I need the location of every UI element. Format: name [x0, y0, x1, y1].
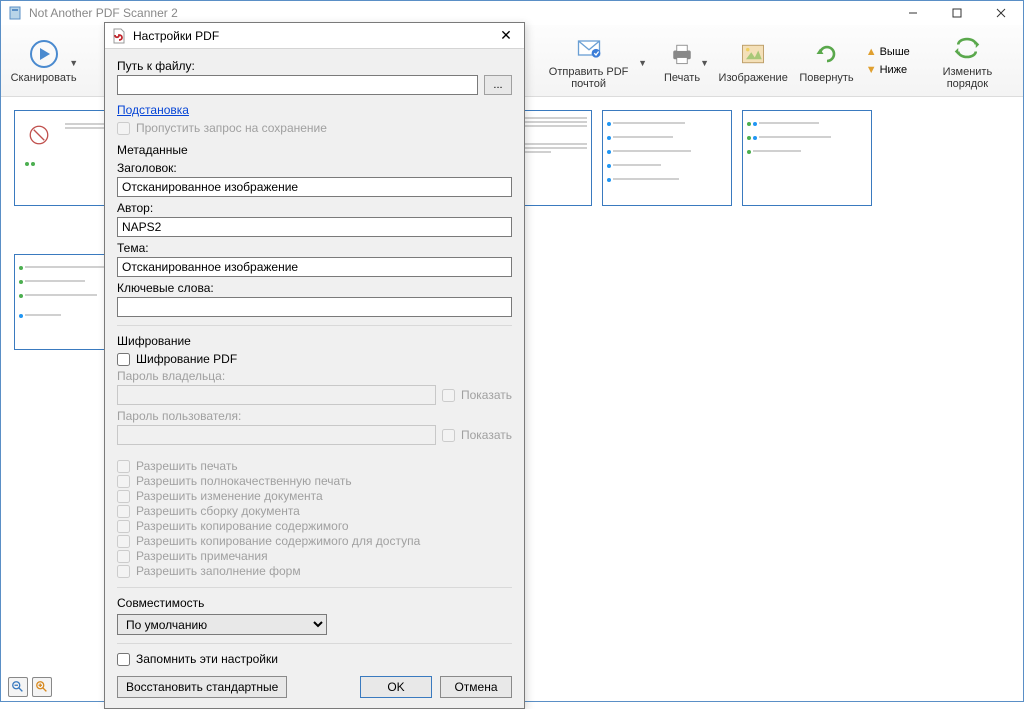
perm-assemble-checkbox [117, 505, 130, 518]
author-label: Автор: [117, 201, 512, 215]
compat-select[interactable]: По умолчанию [117, 614, 327, 635]
user-show-checkbox [442, 429, 455, 442]
chevron-down-icon: ▼ [69, 58, 78, 68]
app-icon [7, 5, 23, 21]
window-title: Not Another PDF Scanner 2 [29, 6, 891, 20]
skip-save-checkbox [117, 122, 130, 135]
cancel-button[interactable]: Отмена [440, 676, 512, 698]
play-icon [28, 38, 60, 70]
perm-print-checkbox [117, 460, 130, 473]
move-group: ▲ Выше ▼ Ниже [862, 44, 914, 78]
subject-input[interactable] [117, 257, 512, 277]
restore-button[interactable]: Восстановить стандартные [117, 676, 287, 698]
user-pwd-input [117, 425, 436, 445]
minimize-button[interactable] [891, 1, 935, 25]
keywords-label: Ключевые слова: [117, 281, 512, 295]
dialog-body: Путь к файлу: ... Подстановка Пропустить… [105, 49, 524, 708]
owner-pwd-label: Пароль владельца: [117, 369, 512, 383]
pdf-settings-dialog: Настройки PDF ✕ Путь к файлу: ... Подста… [104, 22, 525, 709]
perm-modify-checkbox [117, 490, 130, 503]
move-down-button[interactable]: ▼ Ниже [862, 62, 914, 78]
owner-show-checkbox [442, 389, 455, 402]
chevron-down-icon: ▼ [638, 58, 647, 68]
path-label: Путь к файлу: [117, 59, 512, 73]
zoom-out-button[interactable] [8, 677, 28, 697]
reorder-icon [951, 32, 983, 64]
skip-save-label: Пропустить запрос на сохранение [136, 121, 327, 135]
window-controls [891, 1, 1023, 25]
remember-label: Запомнить эти настройки [136, 652, 278, 666]
arrow-up-icon: ▲ [866, 46, 877, 58]
dialog-title: Настройки PDF [133, 29, 494, 43]
send-pdf-button[interactable]: Отправить PDF почтой ▼ [528, 28, 649, 94]
reorder-button[interactable]: Изменить порядок [918, 28, 1017, 94]
chevron-down-icon: ▼ [700, 58, 709, 68]
perm-copy-checkbox [117, 520, 130, 533]
author-input[interactable] [117, 217, 512, 237]
owner-show-label: Показать [461, 388, 512, 402]
thumbnail[interactable] [742, 110, 872, 206]
permissions-list: Разрешить печать Разрешить полнокачестве… [117, 459, 512, 579]
encrypt-pdf-checkbox[interactable] [117, 353, 130, 366]
close-button[interactable] [979, 1, 1023, 25]
keywords-input[interactable] [117, 297, 512, 317]
maximize-button[interactable] [935, 1, 979, 25]
image-icon [737, 38, 769, 70]
owner-pwd-input [117, 385, 436, 405]
perm-copyaccess-checkbox [117, 535, 130, 548]
metadata-section-label: Метаданные [117, 143, 512, 157]
dialog-close-button[interactable]: ✕ [494, 26, 518, 46]
image-button[interactable]: Изображение [715, 28, 791, 94]
main-window: Not Another PDF Scanner 2 Сканировать ▼ [0, 0, 1024, 702]
arrow-down-icon: ▼ [866, 64, 877, 76]
dialog-title-bar: Настройки PDF ✕ [105, 23, 524, 49]
envelope-icon [573, 32, 605, 64]
header-input[interactable] [117, 177, 512, 197]
perm-forms-checkbox [117, 565, 130, 578]
print-button[interactable]: Печать ▼ [653, 28, 711, 94]
ok-button[interactable]: OK [360, 676, 432, 698]
user-show-label: Показать [461, 428, 512, 442]
rotate-icon [811, 38, 843, 70]
perm-hqprint-checkbox [117, 475, 130, 488]
remember-checkbox[interactable] [117, 653, 130, 666]
compat-section-label: Совместимость [117, 596, 512, 610]
scan-button[interactable]: Сканировать ▼ [7, 28, 80, 94]
encrypt-pdf-label: Шифрование PDF [136, 352, 237, 366]
encryption-section-label: Шифрование [117, 334, 512, 348]
rotate-button[interactable]: Повернуть [795, 28, 857, 94]
pdf-icon [111, 28, 127, 44]
subject-label: Тема: [117, 241, 512, 255]
header-label: Заголовок: [117, 161, 512, 175]
path-input[interactable] [117, 75, 478, 95]
perm-annotate-checkbox [117, 550, 130, 563]
user-pwd-label: Пароль пользователя: [117, 409, 512, 423]
move-up-button[interactable]: ▲ Выше [862, 44, 914, 60]
browse-button[interactable]: ... [484, 75, 512, 95]
thumbnail[interactable] [602, 110, 732, 206]
zoom-in-button[interactable] [32, 677, 52, 697]
substitution-link[interactable]: Подстановка [117, 103, 189, 117]
printer-icon [666, 38, 698, 70]
